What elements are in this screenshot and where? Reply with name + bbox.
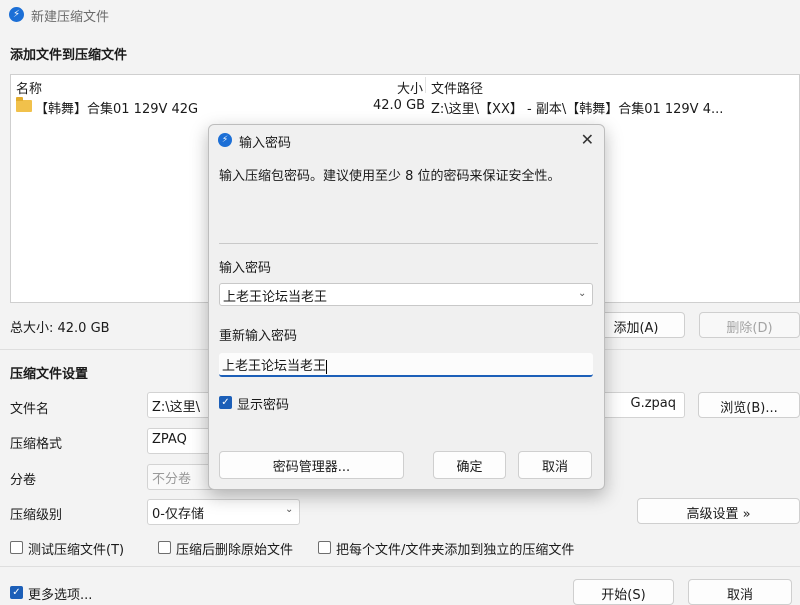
password-input[interactable]: 上老王论坛当老王 (219, 283, 593, 306)
each-separate-checkbox[interactable] (318, 541, 331, 554)
start-button[interactable]: 开始(S) (573, 579, 674, 605)
section-heading-settings: 压缩文件设置 (10, 367, 89, 382)
reenter-password-label: 重新输入密码 (219, 329, 298, 344)
filename-label: 文件名 (10, 402, 50, 417)
cancel-button[interactable]: 取消 (688, 579, 792, 605)
close-icon[interactable]: ✕ (581, 130, 594, 149)
more-options-label[interactable]: 更多选项... (28, 584, 92, 603)
divider (0, 566, 800, 567)
dialog-title-bar: ⚡ 输入密码 ✕ (209, 125, 604, 155)
divider (219, 243, 598, 244)
split-label: 分卷 (10, 473, 37, 488)
chevron-down-icon[interactable]: ⌄ (578, 288, 586, 299)
dialog-title: 输入密码 (239, 136, 292, 151)
delete-button[interactable]: 删除(D) (699, 312, 800, 338)
ok-button[interactable]: 确定 (433, 451, 506, 479)
text-caret (326, 359, 328, 374)
password-dialog: ⚡ 输入密码 ✕ 输入压缩包密码。建议使用至少 8 位的密码来保证安全性。 输入… (208, 124, 605, 490)
test-archive-checkbox[interactable] (10, 541, 23, 554)
more-options-checkbox[interactable]: ✓ (10, 586, 23, 599)
dialog-cancel-button[interactable]: 取消 (518, 451, 592, 479)
chevron-down-icon[interactable]: ⌄ (285, 504, 293, 515)
row-name: 【韩舞】合集01 129V 42G (35, 102, 199, 117)
app-logo-icon: ⚡ (9, 7, 24, 22)
level-value: 0-仅存储 (152, 507, 204, 522)
delete-after-label[interactable]: 压缩后删除原始文件 (176, 539, 293, 558)
password-label: 输入密码 (219, 261, 272, 276)
reenter-password-input[interactable]: 上老王论坛当老王 (219, 353, 593, 377)
filename-value: Z:\这里\【 (152, 400, 214, 415)
folder-icon (16, 97, 32, 112)
dialog-description: 输入压缩包密码。建议使用至少 8 位的密码来保证安全性。 (219, 169, 561, 184)
window-title: 新建压缩文件 (31, 10, 110, 25)
test-archive-label[interactable]: 测试压缩文件(T) (28, 539, 124, 558)
table-row[interactable]: 【韩舞】合集01 129V 42G 42.0 GB Z:\这里\【XX】 - 副… (11, 95, 799, 117)
row-size: 42.0 GB (373, 98, 426, 113)
advanced-settings-button[interactable]: 高级设置 » (637, 498, 800, 524)
column-separator (425, 77, 426, 93)
each-separate-label[interactable]: 把每个文件/文件夹添加到独立的压缩文件 (336, 539, 574, 558)
show-password-checkbox[interactable]: ✓ (219, 396, 232, 409)
section-heading-add-files: 添加文件到压缩文件 (10, 48, 128, 63)
format-label: 压缩格式 (10, 437, 63, 452)
password-value: 上老王论坛当老王 (223, 290, 328, 305)
level-label: 压缩级别 (10, 508, 63, 523)
level-select[interactable]: 0-仅存储 (147, 499, 300, 525)
browse-button[interactable]: 浏览(B)... (698, 392, 800, 418)
title-bar: ⚡ 新建压缩文件 (0, 0, 800, 30)
total-size-label: 总大小: 42.0 GB (10, 321, 110, 336)
password-manager-button[interactable]: 密码管理器... (219, 451, 404, 479)
reenter-password-value: 上老王论坛当老王 (222, 359, 327, 374)
app-logo-icon: ⚡ (218, 133, 232, 147)
show-password-label[interactable]: 显示密码 (237, 394, 289, 413)
row-path: Z:\这里\【XX】 - 副本\【韩舞】合集01 129V 4... (431, 102, 724, 117)
filename-extension: G.zpaq (630, 396, 677, 411)
delete-after-checkbox[interactable] (158, 541, 171, 554)
